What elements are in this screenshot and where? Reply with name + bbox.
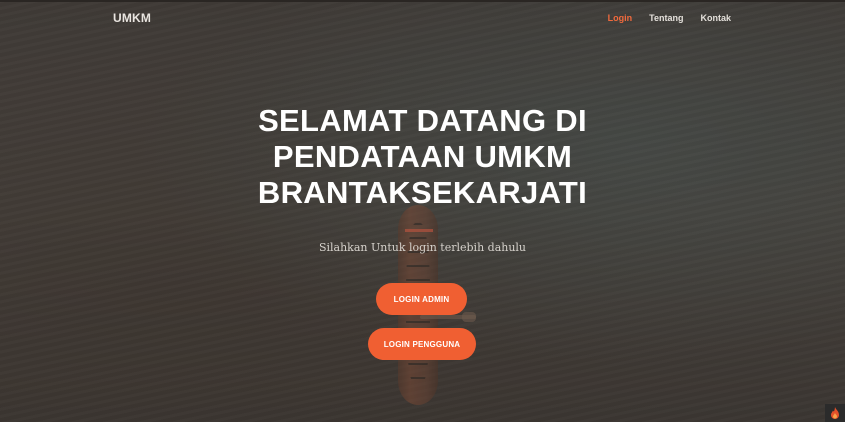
nav-link-kontak[interactable]: Kontak [700, 13, 731, 23]
hero-title: SELAMAT DATANG DI PENDATAAN UMKM BRANTAK… [0, 103, 845, 211]
login-pengguna-button[interactable]: LOGIN PENGGUNA [368, 328, 476, 360]
hero-title-line-3: BRANTAKSEKARJATI [257, 175, 588, 210]
nav-links: Login Tentang Kontak [608, 13, 731, 23]
nav-link-login[interactable]: Login [608, 13, 633, 23]
oar-blade-image [462, 312, 476, 322]
login-admin-button[interactable]: LOGIN ADMIN [376, 283, 467, 315]
top-navbar: UMKM Login Tentang Kontak [0, 0, 845, 34]
hero-title-line-1: SELAMAT DATANG DI [258, 103, 587, 138]
nav-link-tentang[interactable]: Tentang [649, 13, 683, 23]
flame-icon[interactable] [825, 404, 845, 422]
hero-title-line-2: PENDATAAN UMKM [272, 139, 573, 174]
brand-logo-link[interactable]: UMKM [113, 11, 151, 25]
canoe-detail [405, 229, 433, 232]
hero-subtitle: Silahkan Untuk login terlebih dahulu [318, 241, 527, 254]
